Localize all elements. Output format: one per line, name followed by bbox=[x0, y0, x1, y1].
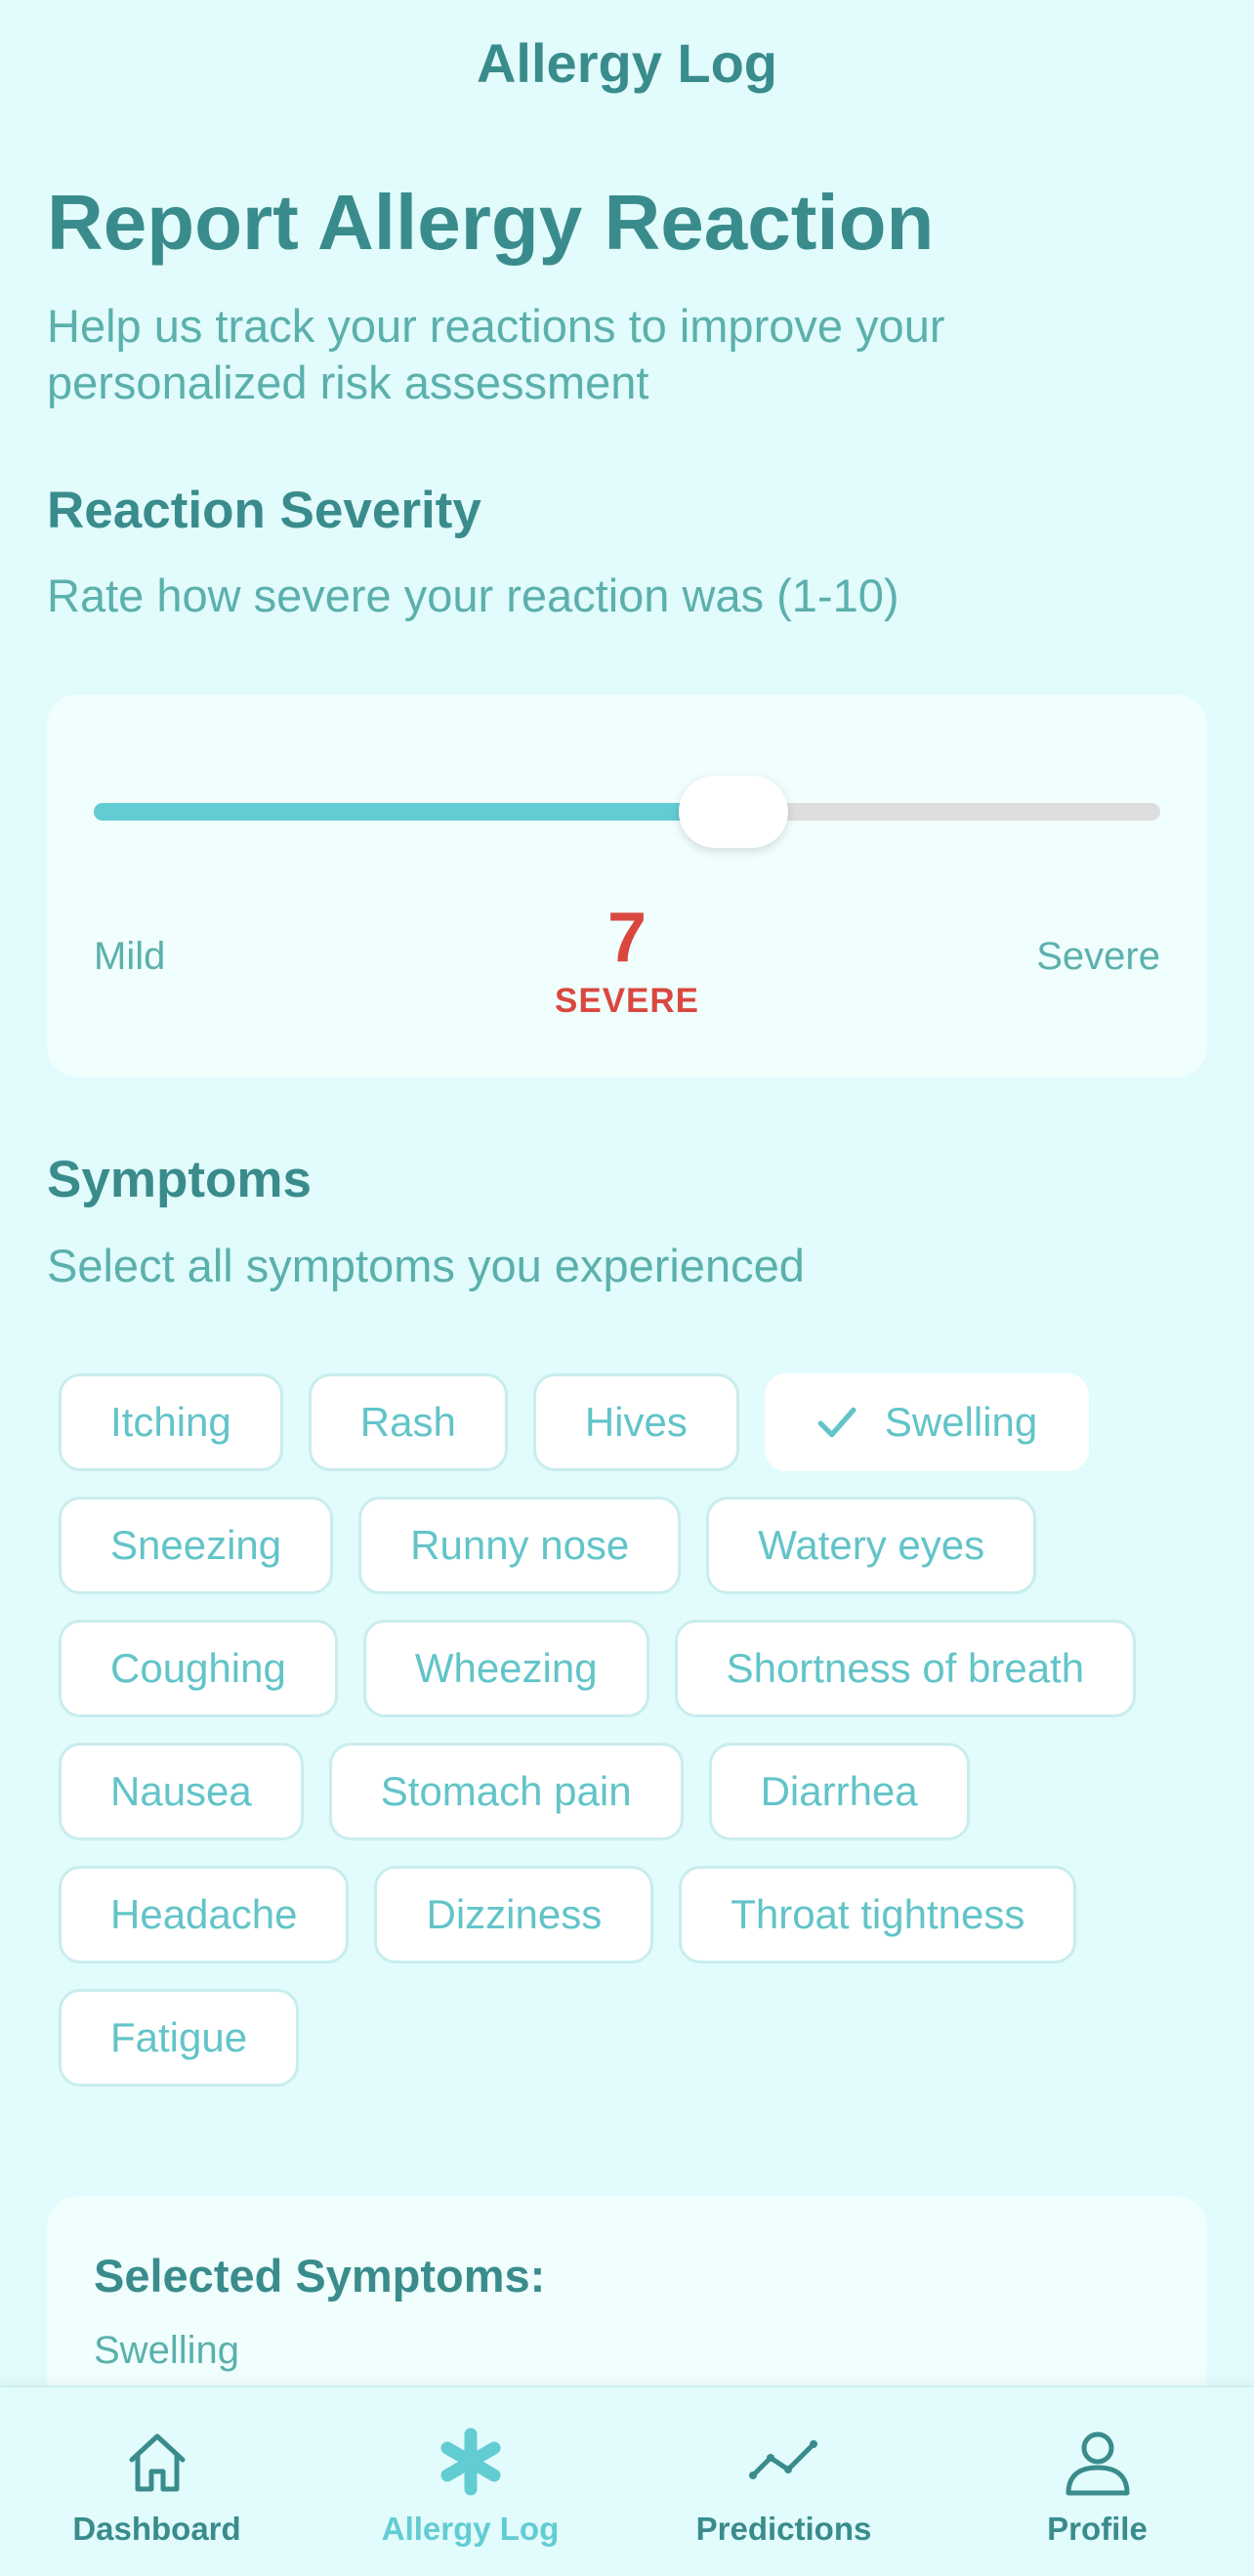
symptoms-description: Select all symptoms you experienced bbox=[47, 1240, 805, 1291]
symptom-chip-wheezing[interactable]: Wheezing bbox=[362, 1620, 649, 1717]
tab-label-allergy-log: Allergy Log bbox=[381, 2511, 560, 2547]
checkmark-icon bbox=[817, 1407, 857, 1438]
symptom-chip-stomach-pain[interactable]: Stomach pain bbox=[328, 1743, 684, 1840]
symptom-chip-label: Itching bbox=[110, 1399, 231, 1445]
severity-card: Mild 7 SEVERE Severe bbox=[47, 695, 1207, 1077]
symptom-chip-label: Coughing bbox=[110, 1645, 286, 1691]
tab-label-profile: Profile bbox=[1047, 2511, 1148, 2547]
severity-description: Rate how severe your reaction was (1-10) bbox=[47, 570, 899, 621]
severity-level-label: SEVERE bbox=[555, 982, 699, 1020]
symptom-chip-label: Throat tightness bbox=[731, 1891, 1025, 1937]
page-title: Report Allergy Reaction bbox=[47, 179, 935, 266]
symptom-chip-runny-nose[interactable]: Runny nose bbox=[358, 1497, 682, 1594]
symptom-chip-coughing[interactable]: Coughing bbox=[59, 1620, 338, 1717]
selected-symptoms-title: Selected Symptoms: bbox=[94, 2250, 546, 2302]
tab-dashboard[interactable]: Dashboard bbox=[0, 2387, 314, 2576]
symptom-chip-label: Sneezing bbox=[110, 1522, 282, 1568]
symptom-chip-diarrhea[interactable]: Diarrhea bbox=[708, 1743, 970, 1840]
tab-allergy-log[interactable]: Allergy Log bbox=[314, 2387, 627, 2576]
symptom-chip-headache[interactable]: Headache bbox=[59, 1866, 350, 1964]
severity-slider-track[interactable] bbox=[94, 803, 1160, 821]
tab-profile[interactable]: Profile bbox=[940, 2387, 1254, 2576]
selected-symptoms-value: Swelling bbox=[94, 2329, 239, 2372]
symptom-chip-label: Shortness of breath bbox=[726, 1645, 1085, 1691]
symptom-chip-label: Wheezing bbox=[414, 1645, 598, 1691]
allergy-log-screen: Allergy Log Report Allergy Reaction Help… bbox=[0, 0, 1254, 2576]
severity-slider-fill bbox=[94, 803, 734, 821]
symptom-chip-label: Diarrhea bbox=[760, 1768, 918, 1814]
severity-heading: Reaction Severity bbox=[47, 482, 481, 539]
symptom-chip-itching[interactable]: Itching bbox=[59, 1373, 283, 1471]
severity-slider-thumb[interactable] bbox=[679, 776, 789, 848]
symptom-chip-label: Rash bbox=[359, 1399, 456, 1445]
person-icon bbox=[1066, 2431, 1129, 2496]
tab-label-dashboard: Dashboard bbox=[72, 2511, 241, 2547]
symptom-chip-watery-eyes[interactable]: Watery eyes bbox=[706, 1497, 1037, 1594]
symptom-chip-label: Watery eyes bbox=[758, 1522, 985, 1568]
severity-value: 7 bbox=[606, 899, 648, 977]
tab-predictions[interactable]: Predictions bbox=[627, 2387, 940, 2576]
house-icon bbox=[129, 2433, 185, 2492]
symptom-chip-label: Runny nose bbox=[410, 1522, 630, 1568]
tab-bar: Dashboard Allergy Log Predictions Profil… bbox=[0, 2386, 1254, 2576]
asterisk-icon bbox=[440, 2428, 500, 2496]
symptom-chip-label: Nausea bbox=[110, 1768, 252, 1814]
trend-line-icon bbox=[748, 2440, 817, 2479]
symptom-chip-nausea[interactable]: Nausea bbox=[59, 1743, 304, 1840]
slider-max-label: Severe bbox=[1036, 935, 1160, 978]
symptom-chip-label: Headache bbox=[110, 1891, 298, 1937]
symptom-chip-rash[interactable]: Rash bbox=[308, 1373, 508, 1471]
symptom-chip-shortness-of-breath[interactable]: Shortness of breath bbox=[674, 1620, 1137, 1717]
tab-label-predictions: Predictions bbox=[695, 2511, 872, 2547]
symptom-chip-swelling[interactable]: Swelling bbox=[764, 1373, 1090, 1471]
symptoms-heading: Symptoms bbox=[47, 1151, 312, 1208]
page-subtitle: Help us track your reactions to improve … bbox=[47, 300, 945, 408]
symptom-chip-sneezing[interactable]: Sneezing bbox=[59, 1497, 334, 1594]
symptom-chip-throat-tightness[interactable]: Throat tightness bbox=[679, 1866, 1077, 1964]
symptom-chip-label: Hives bbox=[584, 1399, 688, 1445]
nav-title: Allergy Log bbox=[476, 32, 778, 94]
symptom-chip-list: Itching Rash Hives Swelling Sneezing Runny no… bbox=[59, 1373, 1211, 2087]
symptom-chip-dizziness[interactable]: Dizziness bbox=[374, 1866, 654, 1964]
symptom-chip-label: Stomach pain bbox=[380, 1768, 632, 1814]
symptom-chip-fatigue[interactable]: Fatigue bbox=[59, 1989, 300, 2087]
symptom-chip-label: Dizziness bbox=[426, 1891, 603, 1937]
symptom-chip-hives[interactable]: Hives bbox=[532, 1373, 739, 1471]
symptom-chip-label: Swelling bbox=[884, 1399, 1038, 1445]
symptom-chip-label: Fatigue bbox=[110, 2014, 248, 2060]
